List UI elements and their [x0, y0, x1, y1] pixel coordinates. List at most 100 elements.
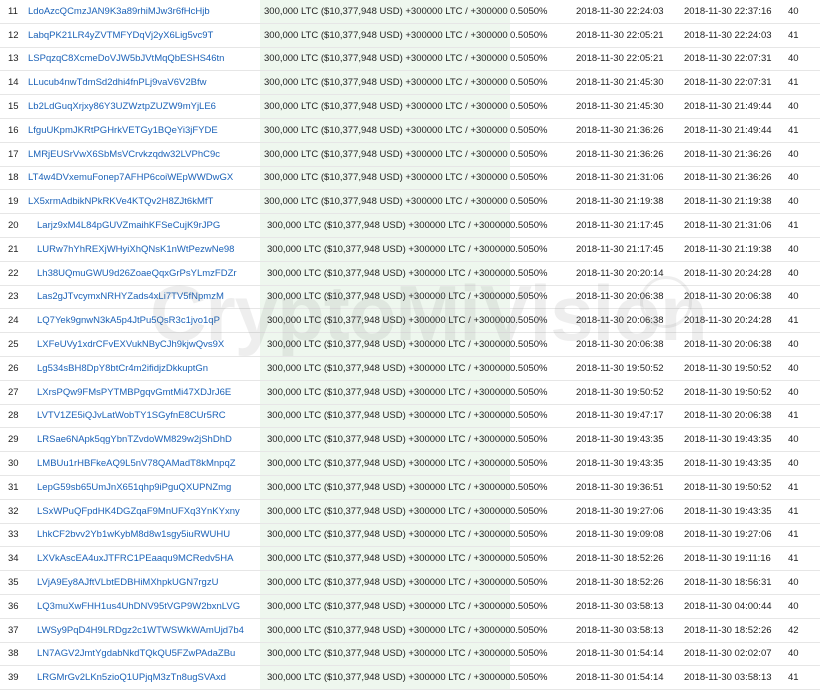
- change-in: +300000 LTC: [408, 505, 466, 517]
- table-row: 18 LT4w4DVxemuFonep7AFHP6coiWEpWWDwGX 300,…: [0, 166, 820, 191]
- table-row: 25 LXFeUVy1xdrCFvEXVukNByCJh9kjwQvs9X 300,…: [0, 332, 820, 357]
- change-in: +300000 LTC: [405, 29, 463, 41]
- ins-count-cell: 41: [788, 118, 820, 143]
- address-link[interactable]: LdoAzcQCmzJAN9K3a89rhiMJw3r6fHcHjb: [28, 6, 210, 17]
- address-link[interactable]: LQ7Yek9gnwN3kA5p4JtPu5QsR3c1jvo1qP: [37, 315, 220, 326]
- address-cell: LURw7hYhREXjWHyiXhQNsK1nWtPezwNe98: [24, 237, 260, 262]
- rich-list-table: 11 LdoAzcQCmzJAN9K3a89rhiMJw3r6fHcHjb 300,…: [0, 0, 820, 690]
- address-link[interactable]: Lh38UQmuGWU9d26ZoaeQqxGrPsYLmzFDZr: [37, 268, 237, 279]
- ins-count-cell: 41: [788, 404, 820, 429]
- table-row: 36 LQ3muXwFHH1us4UhDNV95tVGP9W2bxnLVG 300,…: [0, 594, 820, 619]
- balance-usd: ($10,377,948 USD): [323, 386, 406, 398]
- balance-ltc: 300,000 LTC: [267, 577, 322, 589]
- table-row: 38 LN7AGV2JmtYgdabNkdTQkQU5FZwPAdaZBu 300,…: [0, 642, 820, 667]
- address-link[interactable]: Larjz9xM4L84pGUVZmaihKFSeCujK9rJPG: [37, 220, 220, 231]
- table-row: 32 LSxWPuQFpdHK4DGZqaF9MnUFXq3YnKYxny 300,…: [0, 499, 820, 524]
- first-in-cell: 2018-11-30 18:52:26: [576, 570, 684, 595]
- address-link[interactable]: LepG59sb65UmJnX651qhp9iPguQXUPNZmg: [37, 482, 231, 493]
- rank-cell: 19: [0, 189, 24, 215]
- address-link[interactable]: LhkCF2bvv2Yb1wKybM8d8w1sgy5iuRWUHU: [37, 529, 230, 540]
- address-cell: LMBUu1rHBFkeAQ9L5nV78QAMadT8kMnpqZ: [24, 451, 260, 476]
- balance-ltc: 300,000 LTC: [267, 220, 322, 232]
- address-link[interactable]: LfguUKpmJKRtPGHrkVETGy1BQeYi3jFYDE: [28, 125, 218, 136]
- first-in-cell: 2018-11-30 20:06:38: [576, 332, 684, 357]
- ins-count-cell: 40: [788, 356, 820, 381]
- percent-cell: 0.5050%: [510, 70, 576, 96]
- balance-ltc: 300,000 LTC: [264, 53, 319, 65]
- percent-cell: 0.5050%: [510, 0, 576, 24]
- balance-usd: ($10,377,948 USD): [323, 458, 406, 470]
- first-in-cell: 2018-11-30 19:50:52: [576, 356, 684, 381]
- change-in: +300000 LTC: [408, 624, 466, 636]
- first-in-cell: 2018-11-30 03:58:13: [576, 618, 684, 643]
- balance-usd: ($10,377,948 USD): [323, 410, 406, 422]
- percent-cell: 0.5050%: [510, 642, 576, 667]
- first-in-cell: 2018-11-30 19:09:08: [576, 523, 684, 548]
- first-in-cell: 2018-11-30 22:05:21: [576, 47, 684, 72]
- address-cell: LdoAzcQCmzJAN9K3a89rhiMJw3r6fHcHjb: [24, 0, 260, 24]
- address-cell: LQ7Yek9gnwN3kA5p4JtPu5QsR3c1jvo1qP: [24, 308, 260, 334]
- change-out: +300000 LTC: [473, 220, 510, 232]
- table-row: 11 LdoAzcQCmzJAN9K3a89rhiMJw3r6fHcHjb 300,…: [0, 0, 820, 24]
- address-link[interactable]: LXVkAscEA4uxJTFRC1PEaaqu9MCRedv5HA: [37, 553, 233, 564]
- balance-ltc: 300,000 LTC: [267, 600, 322, 612]
- change-in: +300000 LTC: [408, 243, 466, 255]
- balance-cell: 300,000 LTC ($10,377,948 USD) +300000 LT…: [260, 47, 510, 72]
- address-link[interactable]: LSPqzqC8XcmeDoVJW5bJVtMqQbESHS46tn: [28, 53, 224, 64]
- address-cell: LVjA9Ey8AJftVLbtEDBHiMXhpkUGN7rgzU: [24, 570, 260, 595]
- change-in: +300000 LTC: [408, 362, 466, 374]
- address-link[interactable]: LX5xrmAdbikNPkRKVe4KTQv2H8ZJt6kMfT: [28, 196, 213, 207]
- percent-cell: 0.5050%: [510, 23, 576, 48]
- address-link[interactable]: LMBUu1rHBFkeAQ9L5nV78QAMadT8kMnpqZ: [37, 458, 236, 469]
- balance-ltc: 300,000 LTC: [267, 243, 322, 255]
- balance-cell: 300,000 LTC ($10,377,948 USD) +300000 LT…: [260, 451, 510, 476]
- ins-count-cell: 41: [788, 23, 820, 48]
- balance-usd: ($10,377,948 USD): [323, 315, 406, 327]
- last-in-cell: 2018-11-30 20:06:38: [684, 404, 788, 429]
- change-in: +300000 LTC: [408, 529, 466, 541]
- last-in-cell: 2018-11-30 19:11:16: [684, 546, 788, 572]
- address-link[interactable]: LXFeUVy1xdrCFvEXVukNByCJh9kjwQvs9X: [37, 339, 224, 350]
- rank-cell: 24: [0, 308, 24, 334]
- rank-cell: 28: [0, 404, 24, 429]
- percent-cell: 0.5050%: [510, 451, 576, 476]
- ins-count-cell: 40: [788, 594, 820, 619]
- change-in: +300000 LTC: [405, 77, 463, 89]
- address-link[interactable]: LRSae6NApk5qgYbnTZvdoWM829w2jShDhD: [37, 434, 232, 445]
- address-link[interactable]: Lg534sBH8DpY8btCr4m2ifidjzDkkuptGn: [37, 363, 208, 374]
- address-link[interactable]: LMRjEUSrVwX6SbMsVCrvkzqdw32LVPhC9c: [28, 149, 220, 160]
- first-in-cell: 2018-11-30 19:47:17: [576, 404, 684, 429]
- address-link[interactable]: LRGMrGv2LKn5zioQ1UPjqM3zTn8ugSVAxd: [37, 672, 226, 683]
- address-link[interactable]: LVjA9Ey8AJftVLbtEDBHiMXhpkUGN7rgzU: [37, 577, 218, 588]
- balance-cell: 300,000 LTC ($10,377,948 USD) +300000 LT…: [260, 618, 510, 643]
- address-link[interactable]: LXrsPQw9FMsPYTMBPgqvGmtMi47XDJrJ6E: [37, 387, 231, 398]
- balance-usd: ($10,377,948 USD): [323, 672, 406, 684]
- ins-count-cell: 40: [788, 570, 820, 595]
- change-in: +300000 LTC: [408, 481, 466, 493]
- address-link[interactable]: LWSy9PqD4H9LRDgz2c1WTWSWkWAmUjd7b4: [37, 625, 244, 636]
- percent-cell: 0.5050%: [510, 618, 576, 643]
- address-link[interactable]: LSxWPuQFpdHK4DGZqaF9MnUFXq3YnKYxny: [37, 506, 240, 517]
- last-in-cell: 2018-11-30 18:56:31: [684, 570, 788, 595]
- address-link[interactable]: Lb2LdGuqXrjxy86Y3UZWztpZUZW9mYjLE6: [28, 101, 216, 112]
- address-link[interactable]: Las2gJTvcymxNRHYZads4xLi7TV5fNpmzM: [37, 291, 224, 302]
- table-row: 15 Lb2LdGuqXrjxy86Y3UZWztpZUZW9mYjLE6 300,…: [0, 94, 820, 119]
- rank-cell: 29: [0, 427, 24, 453]
- address-link[interactable]: LURw7hYhREXjWHyiXhQNsK1nWtPezwNe98: [37, 244, 234, 255]
- address-link[interactable]: LQ3muXwFHH1us4UhDNV95tVGP9W2bxnLVG: [37, 601, 240, 612]
- balance-usd: ($10,377,948 USD): [320, 101, 403, 113]
- address-cell: Las2gJTvcymxNRHYZads4xLi7TV5fNpmzM: [24, 285, 260, 310]
- balance-ltc: 300,000 LTC: [264, 148, 319, 160]
- balance-cell: 300,000 LTC ($10,377,948 USD) +300000 LT…: [260, 356, 510, 381]
- change-out: +300000 LTC: [473, 434, 510, 446]
- address-link[interactable]: LT4w4DVxemuFonep7AFHP6coiWEpWWDwGX: [28, 172, 233, 183]
- address-link[interactable]: LN7AGV2JmtYgdabNkdTQkQU5FZwPAdaZBu: [37, 648, 235, 659]
- balance-cell: 300,000 LTC ($10,377,948 USD) +300000 LT…: [260, 546, 510, 572]
- percent-cell: 0.5050%: [510, 213, 576, 238]
- change-in: +300000 LTC: [408, 648, 466, 660]
- address-link[interactable]: LLucub4nwTdmSd2dhi4fnPLj9vaV6V2Bfw: [28, 77, 207, 88]
- last-in-cell: 2018-11-30 22:07:31: [684, 47, 788, 72]
- ins-count-cell: 42: [788, 618, 820, 643]
- address-link[interactable]: LabqPK21LR4yZVTMFYDqVj2yX6Lig5vc9T: [28, 30, 213, 41]
- address-link[interactable]: LVTV1ZE5iQJvLatWobTY1SGyfnE8CUr5RC: [37, 410, 226, 421]
